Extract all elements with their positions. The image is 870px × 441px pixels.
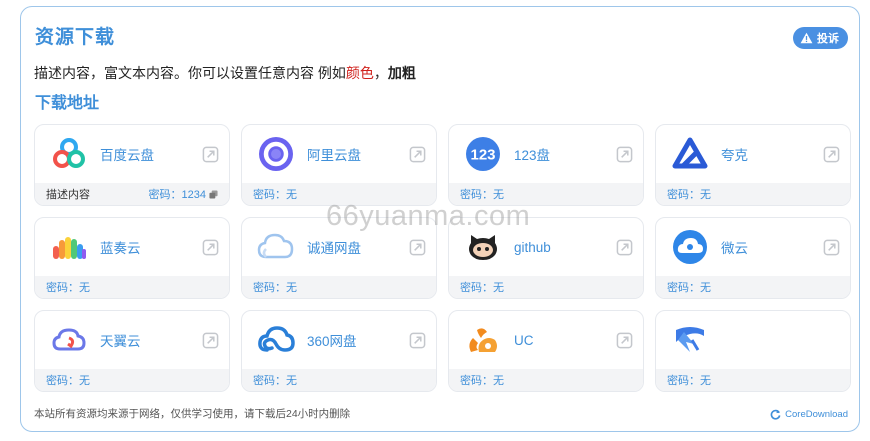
lanzou-cloud-icon [50,228,88,266]
card-password[interactable]: 密码：无 [253,279,297,295]
card-name: 蓝奏云 [100,241,141,256]
card-password[interactable]: 密码：无 [46,279,90,295]
download-card-baidu[interactable]: 百度云盘 描述内容 密码：1234 [34,124,230,206]
download-card-123pan[interactable]: 123 123盘 密码：无 [448,124,644,206]
report-label: 投诉 [817,33,839,45]
description-text: 描述内容，富文本内容。你可以设置任意内容 例如 [34,65,346,81]
description-separator: ， [373,65,388,81]
external-link-icon[interactable] [409,239,426,256]
aliyun-drive-icon [257,135,295,173]
download-card-lanzou[interactable]: 蓝奏云 密码：无 [34,217,230,299]
report-button[interactable]: 投诉 [793,27,848,49]
external-link-icon[interactable] [823,239,840,256]
external-link-icon[interactable] [409,146,426,163]
card-name: github [514,239,551,255]
card-name: 诚通网盘 [307,241,361,256]
download-card-tianyi[interactable]: 天翼云 密码：无 [34,310,230,392]
external-link-icon[interactable] [202,239,219,256]
warning-icon [800,32,813,44]
card-name: 百度云盘 [100,148,154,163]
brand-label: CoreDownload [785,409,848,420]
external-link-icon[interactable] [409,332,426,349]
external-link-icon[interactable] [202,332,219,349]
360-pan-icon [257,321,295,359]
card-password[interactable]: 密码：无 [667,372,711,388]
card-name: 夸克 [721,148,748,163]
card-password[interactable]: 密码：1234 [149,186,218,202]
card-name: 123盘 [514,148,551,163]
card-password[interactable]: 密码：无 [253,372,297,388]
download-card-xunlei[interactable]: 密码：无 [655,310,851,392]
download-card-uc[interactable]: UC 密码：无 [448,310,644,392]
description: 描述内容，富文本内容。你可以设置任意内容 例如颜色，加粗 [34,63,416,83]
download-panel: 资源下载 投诉 描述内容，富文本内容。你可以设置任意内容 例如颜色，加粗 下载地… [20,6,860,432]
external-link-icon[interactable] [202,146,219,163]
download-card-github[interactable]: github 密码：无 [448,217,644,299]
download-grid: 百度云盘 描述内容 密码：1234 阿里云盘 密码：无 123 123盘 密码：… [34,124,851,392]
download-links-title: 下载地址 [35,95,100,112]
baidu-cloud-icon [50,135,88,173]
brand[interactable]: CoreDownload [770,409,848,420]
github-icon [464,228,502,266]
card-password[interactable]: 密码：无 [253,186,297,202]
copy-icon[interactable] [209,190,218,199]
disclaimer: 本站所有资源均来源于网络，仅供学习使用，请下载后24小时内删除 [34,408,351,420]
download-card-ctfile[interactable]: 诚通网盘 密码：无 [241,217,437,299]
card-name: 阿里云盘 [307,148,361,163]
refresh-icon [770,409,781,420]
card-note: 描述内容 [46,189,90,201]
card-password[interactable]: 密码：无 [460,186,504,202]
description-bold-text: 加粗 [387,65,416,81]
card-name: 天翼云 [100,334,141,349]
section-title: 资源下载 [35,27,116,48]
svg-text:123: 123 [470,147,495,164]
uc-icon [464,321,502,359]
xunlei-icon [671,321,709,359]
123pan-icon: 123 [464,135,502,173]
card-name: 360网盘 [307,334,357,349]
download-card-quark[interactable]: 夸克 密码：无 [655,124,851,206]
card-password[interactable]: 密码：无 [46,372,90,388]
quark-icon [671,135,709,173]
download-card-aliyun[interactable]: 阿里云盘 密码：无 [241,124,437,206]
external-link-icon[interactable] [823,146,840,163]
card-password[interactable]: 密码：无 [460,372,504,388]
card-name: UC [514,332,534,348]
description-red-text: 颜色 [345,65,374,81]
download-card-360pan[interactable]: 360网盘 密码：无 [241,310,437,392]
external-link-icon[interactable] [616,332,633,349]
weiyun-icon [671,228,709,266]
card-password[interactable]: 密码：无 [460,279,504,295]
tianyi-cloud-icon [50,321,88,359]
card-name: 微云 [721,241,748,256]
ctfile-cloud-icon [257,228,295,266]
external-link-icon[interactable] [616,239,633,256]
card-password[interactable]: 密码：无 [667,279,711,295]
external-link-icon[interactable] [616,146,633,163]
download-card-weiyun[interactable]: 微云 密码：无 [655,217,851,299]
password-text: 密码：1234 [148,189,206,201]
card-password[interactable]: 密码：无 [667,186,711,202]
